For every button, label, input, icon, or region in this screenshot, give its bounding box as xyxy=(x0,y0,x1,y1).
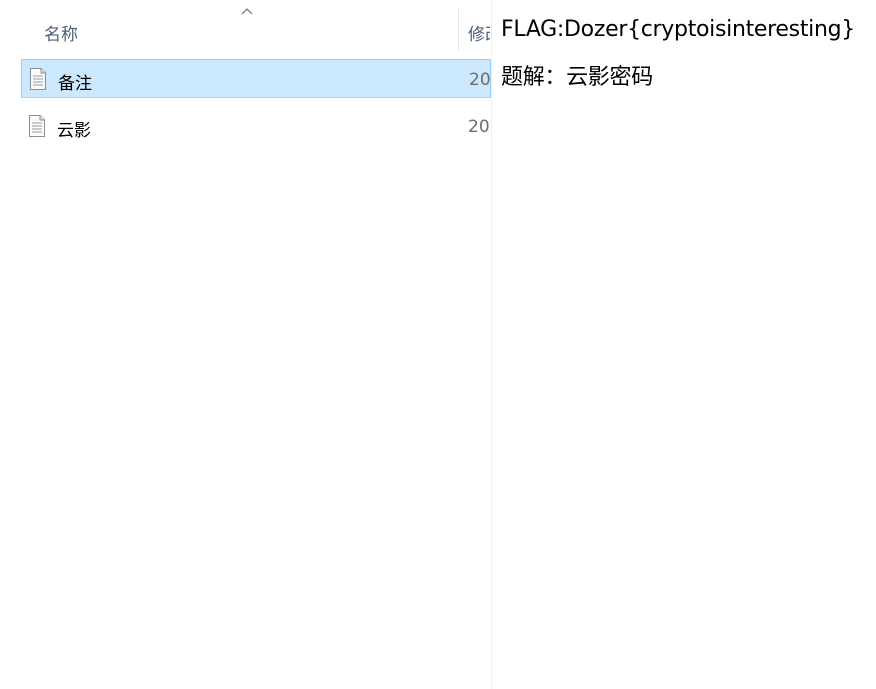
file-explorer: 名称 修改日期 备注 20 云影 20 xyxy=(0,0,491,689)
file-modified-date: 20 xyxy=(468,117,490,137)
file-row-yunying[interactable]: 云影 20 xyxy=(21,107,491,146)
file-name: 云影 xyxy=(57,121,91,141)
file-modified-date: 20 xyxy=(469,70,491,90)
column-separator[interactable] xyxy=(458,9,459,50)
sort-ascending-icon xyxy=(241,8,253,15)
preview-pane: FLAG:Dozer{cryptoisinteresting} 题解：云影密码 xyxy=(492,0,876,689)
file-row-beizhu[interactable]: 备注 20 xyxy=(21,59,491,98)
column-header-modified[interactable]: 修改日期 xyxy=(468,20,490,45)
column-header-name[interactable]: 名称 xyxy=(44,20,78,45)
column-header: 名称 修改日期 xyxy=(0,0,491,58)
file-name: 备注 xyxy=(58,74,92,94)
text-file-icon xyxy=(29,115,45,137)
preview-solution-line: 题解：云影密码 xyxy=(501,65,653,90)
text-file-icon xyxy=(30,68,46,90)
preview-flag-line: FLAG:Dozer{cryptoisinteresting} xyxy=(501,17,855,42)
